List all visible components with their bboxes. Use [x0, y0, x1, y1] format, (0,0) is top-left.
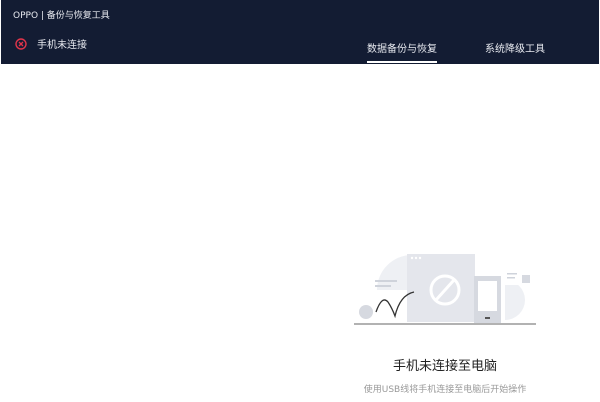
empty-state-subtitle: 使用USB线将手机连接至电脑后开始操作 [363, 385, 527, 395]
tab-system-downgrade[interactable]: 系统降级工具 [485, 40, 545, 61]
phone-not-connected-illustration [354, 254, 536, 325]
app-title: OPPO | 备份与恢复工具 [13, 11, 110, 21]
tab-data-backup-restore[interactable]: 数据备份与恢复 [367, 40, 437, 63]
connection-status: 手机未连接 [15, 36, 87, 51]
header-bar: OPPO | 备份与恢复工具 手机未连接 数据备份与恢复 系统降级工具 [1, 0, 599, 64]
empty-state-title: 手机未连接至电脑 [392, 359, 497, 374]
disconnected-icon [15, 37, 27, 50]
connection-status-label: 手机未连接 [37, 40, 87, 51]
